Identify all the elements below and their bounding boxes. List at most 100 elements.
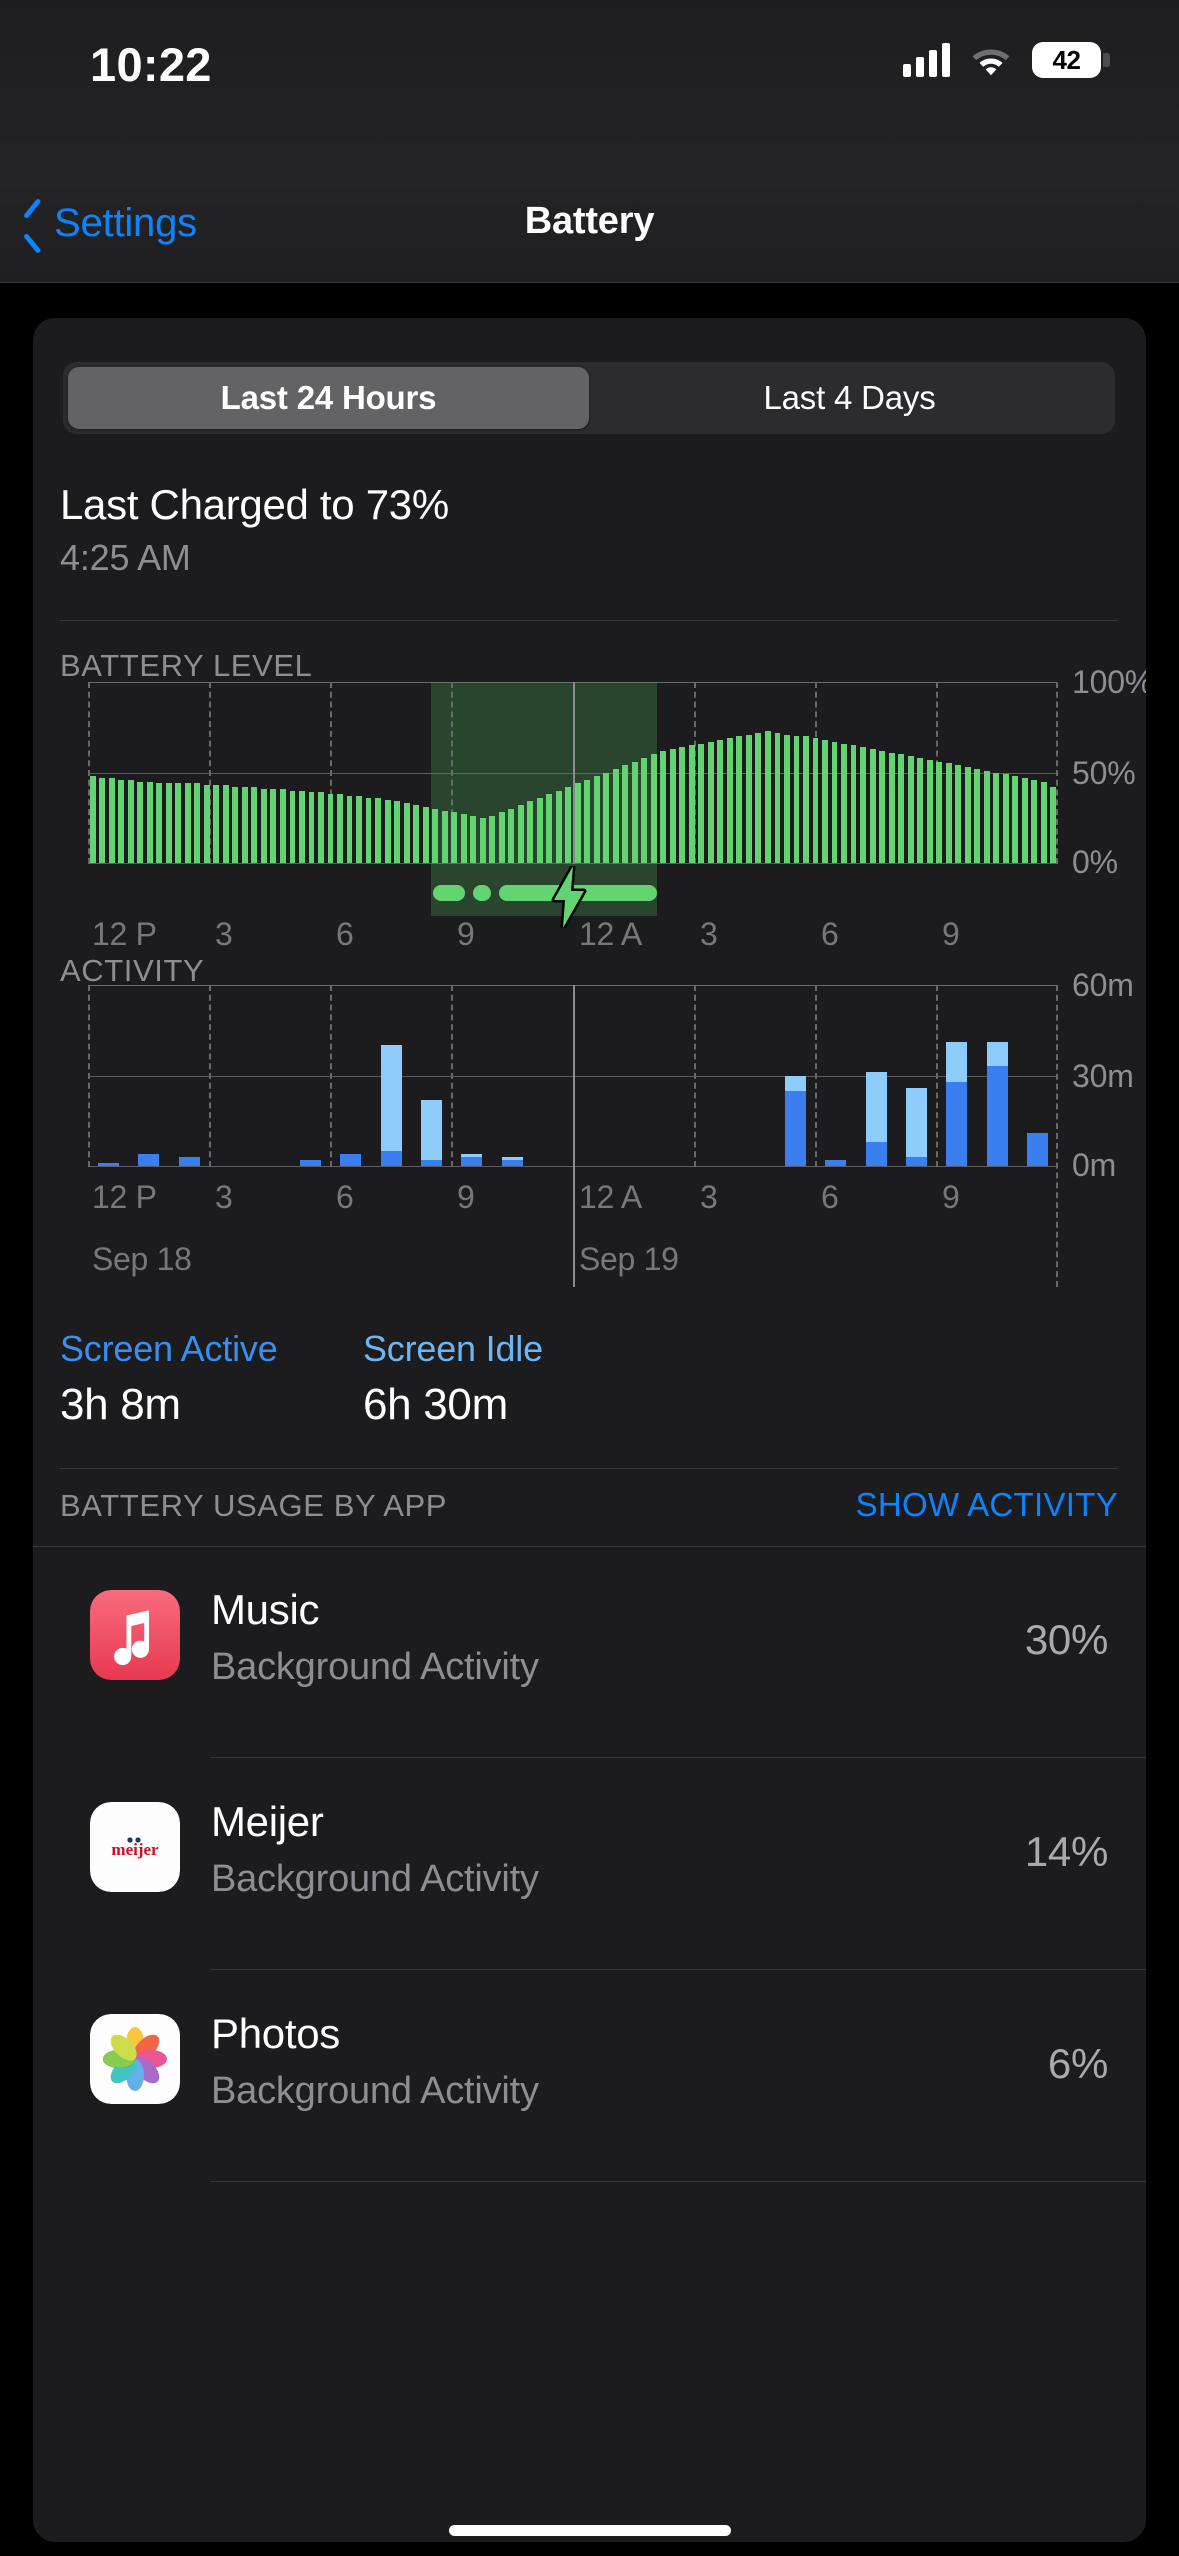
wifi-icon [970,44,1012,76]
battery-card: Last 24 Hours Last 4 Days Last Charged t… [33,318,1146,2542]
app-name: Music [211,1586,319,1634]
last-charged-time: 4:25 AM [60,537,191,579]
battery-level-bar [717,740,723,863]
battery-level-bar [879,751,885,863]
app-row-photos[interactable]: Photos Background Activity 6% [33,1970,1146,2182]
battery-ytick-0: 0% [1072,844,1118,881]
app-subtitle: Background Activity [211,1858,539,1901]
activity-bar-active [1027,1133,1048,1166]
battery-level-bar [565,787,571,863]
music-app-icon [90,1590,180,1680]
battery-level-bar [698,744,704,863]
activity-ytick-0: 0m [1072,1147,1116,1184]
battery-level-bar [185,783,191,863]
activity-bar [987,1042,1008,1166]
activity-bar [179,1157,200,1166]
battery-level-bar [908,756,914,863]
battery-level-bar [832,742,838,863]
battery-level-bar [118,780,124,863]
activity-xtick-7: 9 [942,1179,960,1216]
app-row-music[interactable]: Music Background Activity 30% [33,1546,1146,1758]
show-activity-button[interactable]: SHOW ACTIVITY [856,1486,1118,1524]
battery-level-bar [470,816,476,863]
activity-bar [825,1160,846,1166]
segment-last-4-days[interactable]: Last 4 Days [589,367,1110,429]
battery-level-chart: 100% 50% 0% 12 P [60,670,1120,935]
activity-xtick-6: 6 [821,1179,839,1216]
battery-level-bar [670,749,676,863]
activity-bar [502,1157,523,1166]
app-row-meijer[interactable]: meijer Meijer Background Activity 14% [33,1758,1146,1970]
battery-level-bar [508,809,514,863]
segment-last-24-hours[interactable]: Last 24 Hours [68,367,589,429]
navigation-bar: Settings Battery [0,175,1179,283]
battery-level-bar [223,785,229,863]
battery-level-bar [270,789,276,863]
battery-level-bar [356,796,362,863]
battery-level-bar [175,783,181,863]
battery-ytick-50: 50% [1072,755,1135,792]
battery-level-bar [537,798,543,863]
battery-level-bar [546,794,552,863]
activity-bar-idle [866,1072,887,1141]
charging-segment-2 [473,885,491,901]
status-bar-time: 10:22 [90,37,330,92]
battery-level-bar [727,738,733,863]
battery-xtick-4: 12 A [579,916,642,953]
battery-xtick-1: 3 [215,916,233,953]
screen-active-label[interactable]: Screen Active [60,1328,278,1370]
activity-bar-idle [381,1045,402,1151]
activity-xtick-4: 12 A [579,1179,642,1216]
activity-bar-idle [987,1042,1008,1066]
activity-bars [88,985,1058,1166]
battery-level-bar [936,762,942,863]
cellular-signal-icon [903,43,950,77]
battery-level-bar [860,747,866,863]
battery-level-bar [451,812,457,863]
battery-level-bar [613,769,619,863]
activity-bar-active [300,1160,321,1166]
battery-level-bar [765,731,771,863]
activity-bar-active [421,1160,442,1166]
home-indicator[interactable] [449,2525,731,2536]
battery-level-bar [461,814,467,863]
battery-level-bar [1022,778,1028,863]
activity-bar-active [987,1066,1008,1166]
battery-xtick-5: 3 [700,916,718,953]
battery-level-bar [851,745,857,863]
activity-bar [946,1042,967,1166]
activity-bar-active [461,1157,482,1166]
battery-settings-screen: 10:22 42 Settings Battery [0,0,1179,2556]
battery-level-bar [755,733,761,863]
status-bar: 10:22 42 [0,0,1179,175]
battery-level-bar [318,792,324,863]
app-subtitle: Background Activity [211,1646,539,1689]
divider-top [60,620,1118,621]
activity-bar-idle [421,1100,442,1160]
battery-level-bar [927,760,933,863]
activity-xtick-5: 3 [700,1179,718,1216]
battery-level-bar [242,787,248,863]
activity-bar [98,1163,119,1166]
screen-idle-label[interactable]: Screen Idle [363,1328,543,1370]
app-name: Photos [211,2010,340,2058]
activity-bar [1027,1133,1048,1166]
last-charged-title: Last Charged to 73% [60,481,449,529]
activity-xtick-2: 6 [336,1179,354,1216]
app-percent: 14% [1025,1828,1108,1876]
time-range-segmented-control[interactable]: Last 24 Hours Last 4 Days [63,362,1115,434]
battery-level-bar [261,789,267,863]
activity-bar-idle [906,1088,927,1157]
battery-level-bar [898,754,904,863]
battery-level-bars [88,682,1058,863]
battery-level-bar [1003,774,1009,863]
activity-xtick-3: 9 [457,1179,475,1216]
activity-bar [866,1072,887,1166]
activity-ytick-30: 30m [1072,1058,1134,1095]
activity-bar [421,1100,442,1166]
screen-active-value: 3h 8m [60,1380,181,1430]
battery-level-bar [518,805,524,863]
battery-level-plot-area [88,682,1058,864]
photos-app-icon [90,2014,180,2104]
battery-level-bar [90,776,96,863]
